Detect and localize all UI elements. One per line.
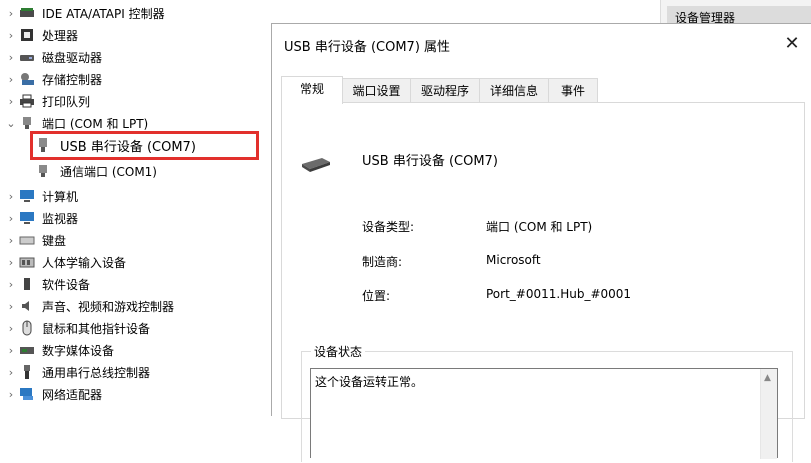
tab-label: 驱动程序 [420, 84, 469, 98]
usb-serial-device-icon [300, 153, 334, 176]
tree-item-label: 声音、视频和游戏控制器 [42, 299, 175, 314]
manufacturer-value: Microsoft [486, 253, 541, 267]
chevron-right-icon[interactable]: › [4, 366, 18, 379]
hid-icon [18, 255, 36, 269]
status-scrollbar[interactable]: ▲ [760, 369, 777, 459]
highlight-box [30, 131, 259, 160]
tree-item-label: 网络适配器 [42, 387, 103, 402]
chevron-right-icon[interactable]: › [4, 73, 18, 86]
tree-item-label: 处理器 [42, 28, 79, 43]
close-button[interactable]: ✕ [778, 30, 806, 58]
tree-item-label: 通用串行总线控制器 [42, 365, 151, 380]
status-text: 这个设备运转正常。 [315, 375, 424, 389]
chevron-right-icon[interactable]: › [4, 95, 18, 108]
chevron-right-icon[interactable]: › [4, 234, 18, 247]
tree-item-print-queue[interactable]: › 打印队列 [4, 90, 90, 112]
tree-item-label: 数字媒体设备 [42, 343, 115, 358]
properties-dialog: USB 串行设备 (COM7) 属性 ✕ 常规 端口设置 驱动程序 详细信息 事… [271, 23, 811, 462]
digital-media-icon [18, 343, 36, 357]
tree-item-storage[interactable]: › 存储控制器 [4, 68, 102, 90]
location-label: 位置: [362, 289, 391, 303]
chevron-right-icon[interactable]: › [4, 29, 18, 42]
tree-item-ide[interactable]: › IDE ATA/ATAPI 控制器 [4, 2, 165, 24]
device-type-value: 端口 (COM 和 LPT) [486, 220, 593, 234]
tab-general[interactable]: 常规 [281, 76, 343, 104]
tab-label: 端口设置 [352, 84, 401, 98]
tab-driver[interactable]: 驱动程序 [410, 78, 480, 102]
storage-controller-icon [18, 72, 36, 86]
tab-label: 常规 [299, 82, 324, 96]
usb-controller-icon [18, 365, 36, 379]
tree-item-label: 监视器 [42, 211, 79, 226]
disk-drive-icon [18, 50, 36, 64]
keyboard-icon [18, 233, 36, 247]
device-tree: › IDE ATA/ATAPI 控制器 › 处理器 › 磁盘驱动器 › 存储控制… [0, 0, 270, 415]
tree-item-hid[interactable]: › 人体学输入设备 [4, 251, 126, 273]
tree-item-label: 存储控制器 [42, 72, 103, 87]
chevron-right-icon[interactable]: › [4, 300, 18, 313]
scroll-up-icon[interactable]: ▲ [764, 373, 771, 383]
tab-events[interactable]: 事件 [548, 78, 598, 102]
tree-item-label: 鼠标和其他指针设备 [42, 321, 151, 336]
processor-icon [18, 28, 36, 42]
ide-controller-icon [18, 6, 36, 20]
tree-item-processor[interactable]: › 处理器 [4, 24, 78, 46]
computer-icon [18, 189, 36, 203]
tree-item-monitor[interactable]: › 监视器 [4, 207, 78, 229]
tab-panel-general: USB 串行设备 (COM7) 设备类型: 端口 (COM 和 LPT) 制造商… [281, 102, 805, 462]
tree-item-label: 人体学输入设备 [42, 255, 127, 270]
tree-item-label: IDE ATA/ATAPI 控制器 [42, 6, 165, 21]
tree-item-network[interactable]: › 网络适配器 [4, 383, 102, 405]
chevron-right-icon[interactable]: › [4, 190, 18, 203]
chevron-right-icon[interactable]: › [4, 278, 18, 291]
chevron-right-icon[interactable]: › [4, 256, 18, 269]
tree-item-digital-media[interactable]: › 数字媒体设备 [4, 339, 114, 361]
close-icon: ✕ [784, 33, 800, 54]
chevron-right-icon[interactable]: › [4, 51, 18, 64]
manufacturer-label: 制造商: [362, 255, 403, 269]
sound-icon [18, 299, 36, 313]
chevron-right-icon[interactable]: › [4, 344, 18, 357]
tab-port-settings[interactable]: 端口设置 [342, 78, 411, 102]
tree-child-label: 通信端口 (COM1) [60, 164, 157, 179]
device-name: USB 串行设备 (COM7) [362, 154, 498, 169]
tab-label: 详细信息 [489, 84, 538, 98]
status-textbox[interactable]: 这个设备运转正常。 ▲ [310, 368, 778, 459]
monitor-icon [18, 211, 36, 225]
network-adapter-icon [18, 387, 36, 401]
tree-child-com1[interactable]: 通信端口 (COM1) [34, 160, 157, 182]
serial-port-icon [34, 164, 52, 178]
tree-item-disk[interactable]: › 磁盘驱动器 [4, 46, 102, 68]
tree-item-label: 键盘 [42, 233, 67, 248]
location-value: Port_#0011.Hub_#0001 [486, 287, 632, 301]
software-device-icon [18, 277, 36, 291]
printer-icon [18, 94, 36, 108]
device-type-label: 设备类型: [362, 220, 415, 234]
tree-item-label: 软件设备 [42, 277, 91, 292]
chevron-down-icon[interactable]: ⌄ [4, 117, 18, 130]
tab-details[interactable]: 详细信息 [479, 78, 549, 102]
status-legend: 设备状态 [311, 343, 366, 360]
chevron-right-icon[interactable]: › [4, 322, 18, 335]
tree-item-sound[interactable]: › 声音、视频和游戏控制器 [4, 295, 174, 317]
mouse-icon [18, 320, 36, 336]
chevron-right-icon[interactable]: › [4, 212, 18, 225]
chevron-right-icon[interactable]: › [4, 7, 18, 20]
tree-item-computer[interactable]: › 计算机 [4, 185, 78, 207]
tree-item-label: 打印队列 [42, 94, 91, 109]
port-icon [18, 116, 36, 130]
tree-item-label: 端口 (COM 和 LPT) [42, 116, 149, 131]
tree-item-label: 计算机 [42, 189, 79, 204]
dialog-title: USB 串行设备 (COM7) 属性 [284, 40, 451, 55]
tab-label: 事件 [560, 84, 585, 98]
tree-item-software[interactable]: › 软件设备 [4, 273, 90, 295]
tree-item-mouse[interactable]: › 鼠标和其他指针设备 [4, 317, 150, 339]
tree-item-label: 磁盘驱动器 [42, 50, 103, 65]
device-status-group: 设备状态 这个设备运转正常。 ▲ [301, 343, 793, 463]
chevron-right-icon[interactable]: › [4, 388, 18, 401]
tree-item-usb-controller[interactable]: › 通用串行总线控制器 [4, 361, 150, 383]
tree-item-keyboard[interactable]: › 键盘 [4, 229, 66, 251]
